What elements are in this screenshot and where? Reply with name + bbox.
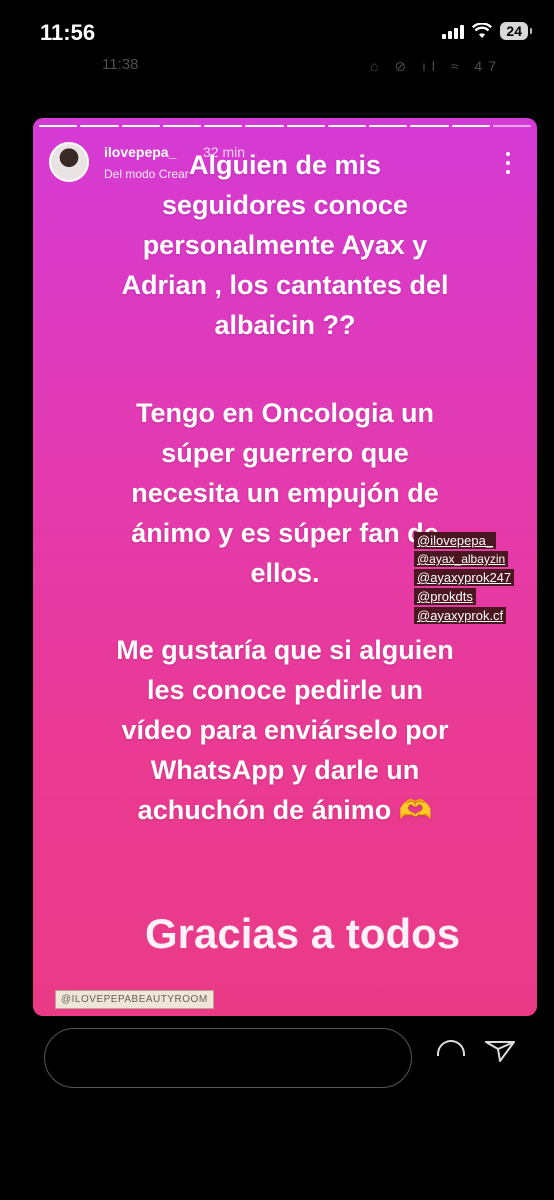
story-paragraph-3: Me gustaría que si alguien les conoce pe… <box>116 635 454 825</box>
cellular-signal-icon <box>442 23 465 39</box>
mention-sticker[interactable]: @ayaxyprok247 <box>414 569 515 586</box>
mention-sticker[interactable]: @ilovepepa_ <box>414 532 497 549</box>
story-closing-text: Gracias a todos <box>145 910 461 957</box>
mention-stickers: @ilovepepa_ @ayax_albayzin @ayaxyprok247… <box>414 532 515 624</box>
story-card[interactable]: ilovepepa_ 32 min Del modo Crear Alguien… <box>33 118 537 1016</box>
status-time: 11:56 <box>40 20 96 45</box>
watermark-sticker[interactable]: @ILOVEPEPABEAUTYROOM <box>55 990 214 1009</box>
status-icons: 24 <box>442 22 532 40</box>
mention-sticker[interactable]: @ayax_albayzin <box>414 551 509 567</box>
underlying-status-time: 11:38 <box>102 56 139 73</box>
underlying-status-bar: 11:38 ⌂ ⊘ ıl ≈ 47 <box>0 56 554 76</box>
story-progress-bar <box>39 125 531 127</box>
battery-indicator: 24 <box>500 22 532 40</box>
underlying-status-icons: ⌂ ⊘ ıl ≈ 47 <box>369 58 502 74</box>
heart-icon[interactable] <box>437 1040 465 1056</box>
mention-sticker[interactable]: @ayaxyprok.cf <box>414 607 507 624</box>
reply-input[interactable] <box>44 1028 412 1088</box>
story-paragraph-1: Alguien de mis seguidores conoce persona… <box>121 150 449 340</box>
send-icon[interactable] <box>484 1040 516 1062</box>
mention-sticker[interactable]: @prokdts <box>414 588 476 605</box>
wifi-icon <box>472 23 493 38</box>
